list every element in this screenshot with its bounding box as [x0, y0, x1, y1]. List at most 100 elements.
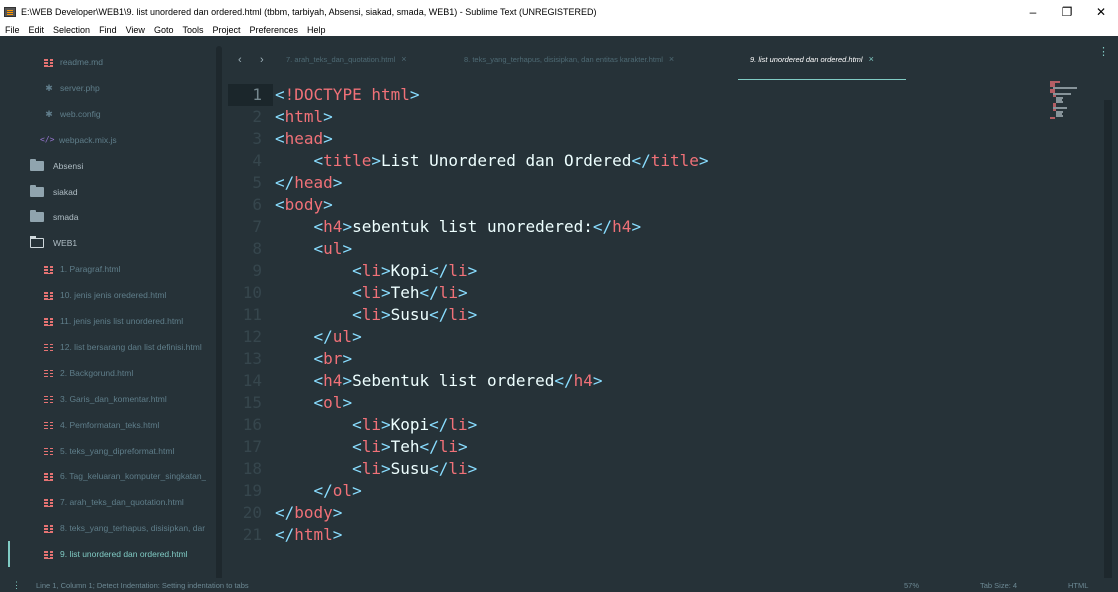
folder-icon — [30, 210, 44, 223]
menu-item-project[interactable]: Project — [212, 24, 240, 36]
tab-close-icon[interactable]: × — [401, 54, 406, 64]
tab-list-unordered[interactable]: 9. list unordered dan ordered.html × — [750, 54, 874, 64]
tab-teks-terhapus[interactable]: 8. teks_yang_terhapus, disisipkan, dan e… — [464, 54, 674, 64]
line-number: 20 — [242, 503, 262, 522]
sidebar-item[interactable]: readme.md — [0, 49, 224, 75]
code-icon: </> — [40, 135, 55, 145]
sidebar-item[interactable]: 5. teks_yang_dipreformat.html — [0, 438, 224, 464]
sidebar-item[interactable]: ✱ server.php — [0, 75, 224, 101]
code-line[interactable]: <ol> — [275, 392, 353, 414]
sidebar-item[interactable]: 6. Tag_keluaran_komputer_singkatan_ — [0, 463, 224, 489]
sidebar-item[interactable]: siakad — [0, 179, 224, 205]
status-menu-icon[interactable]: ⋮ — [12, 581, 21, 590]
sidebar-item[interactable]: </> webpack.mix.js — [0, 127, 224, 153]
line-number: 14 — [242, 371, 262, 390]
menu-item-help[interactable]: Help — [307, 24, 326, 36]
line-number: 3 — [252, 129, 262, 148]
code-line[interactable]: <h4>Sebentuk list ordered</h4> — [275, 370, 603, 392]
code-line[interactable]: <li>Susu</li> — [275, 304, 477, 326]
html-icon — [44, 265, 54, 274]
html-icon — [44, 291, 54, 300]
code-line[interactable]: <li>Kopi</li> — [275, 414, 477, 436]
minimize-button[interactable]: – — [1016, 0, 1050, 24]
line-number: 19 — [242, 481, 262, 500]
menu-item-file[interactable]: File — [5, 24, 20, 36]
maximize-button[interactable]: ❐ — [1050, 0, 1084, 24]
code-line[interactable]: <html> — [275, 106, 333, 128]
code-line[interactable]: <li>Teh</li> — [275, 436, 468, 458]
folder-icon — [30, 158, 44, 171]
code-line[interactable]: <br> — [275, 348, 353, 370]
sidebar-item-label: webpack.mix.js — [59, 134, 117, 145]
html-icon — [44, 420, 54, 429]
sidebar-item-label: 3. Garis_dan_komentar.html — [60, 393, 167, 404]
menu-bar: File Edit Selection Find View Goto Tools Projec… — [0, 24, 1118, 36]
sidebar-item[interactable]: 1. Paragraf.html — [0, 256, 224, 282]
html-icon — [44, 550, 54, 559]
code-line[interactable]: </head> — [275, 172, 342, 194]
tab-close-icon[interactable]: × — [669, 54, 674, 64]
code-line[interactable]: </html> — [275, 524, 342, 546]
code-editor[interactable]: 1 <!DOCTYPE html> 2 <html> 3 <head> 4 <title>L… — [224, 80, 1118, 578]
menu-item-find[interactable]: Find — [99, 24, 117, 36]
sidebar-item-label: server.php — [60, 82, 100, 93]
tab-arah-teks[interactable]: 7. arah_teks_dan_quotation.html × — [286, 54, 407, 64]
sidebar-item[interactable]: 9. list unordered dan ordered.html — [0, 541, 224, 568]
line-number: 10 — [242, 283, 262, 302]
tab-prev-icon[interactable]: ‹ — [238, 54, 242, 66]
menu-item-selection[interactable]: Selection — [53, 24, 90, 36]
sidebar-item[interactable]: 2. Backgorund.html — [0, 360, 224, 386]
code-line[interactable]: <li>Teh</li> — [275, 282, 468, 304]
sidebar-item[interactable]: 3. Garis_dan_komentar.html — [0, 386, 224, 412]
code-line[interactable]: <body> — [275, 194, 333, 216]
sidebar-item[interactable]: 11. jenis jenis list unordered.html — [0, 308, 224, 334]
line-number: 1 — [252, 85, 262, 104]
sidebar-item-label: web.config — [60, 108, 101, 119]
code-line[interactable]: <li>Kopi</li> — [275, 260, 477, 282]
line-number: 6 — [252, 195, 262, 214]
more-options-icon[interactable]: ⋮ — [1098, 47, 1109, 58]
code-line[interactable]: <!DOCTYPE html> — [275, 84, 420, 106]
minimap[interactable] — [1050, 80, 1090, 120]
code-line[interactable]: <ul> — [275, 238, 353, 260]
code-line[interactable]: <title>List Unordered dan Ordered</title… — [275, 150, 709, 172]
code-line[interactable]: </ul> — [275, 326, 362, 348]
code-line[interactable]: <li>Susu</li> — [275, 458, 477, 480]
close-button[interactable]: ✕ — [1084, 0, 1118, 24]
menu-item-edit[interactable]: Edit — [29, 24, 45, 36]
sidebar-item[interactable]: 10. jenis jenis oredered.html — [0, 282, 224, 308]
code-line[interactable]: </body> — [275, 502, 342, 524]
sidebar-item[interactable]: ✱ web.config — [0, 101, 224, 127]
sidebar-item[interactable]: 7. arah_teks_dan_quotation.html — [0, 489, 224, 515]
code-line[interactable]: <head> — [275, 128, 333, 150]
line-number: 13 — [242, 349, 262, 368]
menu-item-goto[interactable]: Goto — [154, 24, 174, 36]
tab-next-icon[interactable]: › — [260, 54, 264, 66]
status-syntax[interactable]: HTML — [1068, 581, 1088, 590]
tab-close-icon[interactable]: × — [869, 54, 874, 64]
menu-item-tools[interactable]: Tools — [182, 24, 203, 36]
sidebar-item-label: smada — [53, 212, 79, 223]
sidebar-item[interactable]: WEB1 — [0, 230, 224, 256]
code-line[interactable]: <h4>sebentuk list unoredered:</h4> — [275, 216, 642, 238]
line-number: 17 — [242, 437, 262, 456]
sidebar-item[interactable]: 4. Pemformatan_teks.html — [0, 412, 224, 438]
active-file-indicator — [8, 541, 10, 568]
sidebar-item[interactable]: 8. teks_yang_terhapus, disisipkan, dar — [0, 515, 224, 541]
sidebar-item[interactable]: 12. list bersarang dan list definisi.htm… — [0, 334, 224, 360]
sidebar: readme.md ✱ server.php ✱ web.config </> webpac… — [0, 36, 224, 578]
line-number: 16 — [242, 415, 262, 434]
menu-item-preferences[interactable]: Preferences — [249, 24, 298, 36]
sidebar-item-label: 8. teks_yang_terhapus, disisipkan, dar — [60, 523, 206, 534]
editor-scrollbar[interactable] — [1104, 100, 1112, 578]
sidebar-item[interactable]: Absensi — [0, 153, 224, 179]
sidebar-item-label: 4. Pemformatan_teks.html — [60, 419, 160, 430]
menu-item-view[interactable]: View — [126, 24, 145, 36]
sidebar-item-label: siakad — [53, 186, 78, 197]
line-number: 4 — [252, 151, 262, 170]
sidebar-item[interactable]: smada — [0, 204, 224, 230]
line-number: 8 — [252, 239, 262, 258]
code-line[interactable]: </ol> — [275, 480, 362, 502]
status-tab-size[interactable]: Tab Size: 4 — [980, 581, 1017, 590]
line-number: 5 — [252, 173, 262, 192]
